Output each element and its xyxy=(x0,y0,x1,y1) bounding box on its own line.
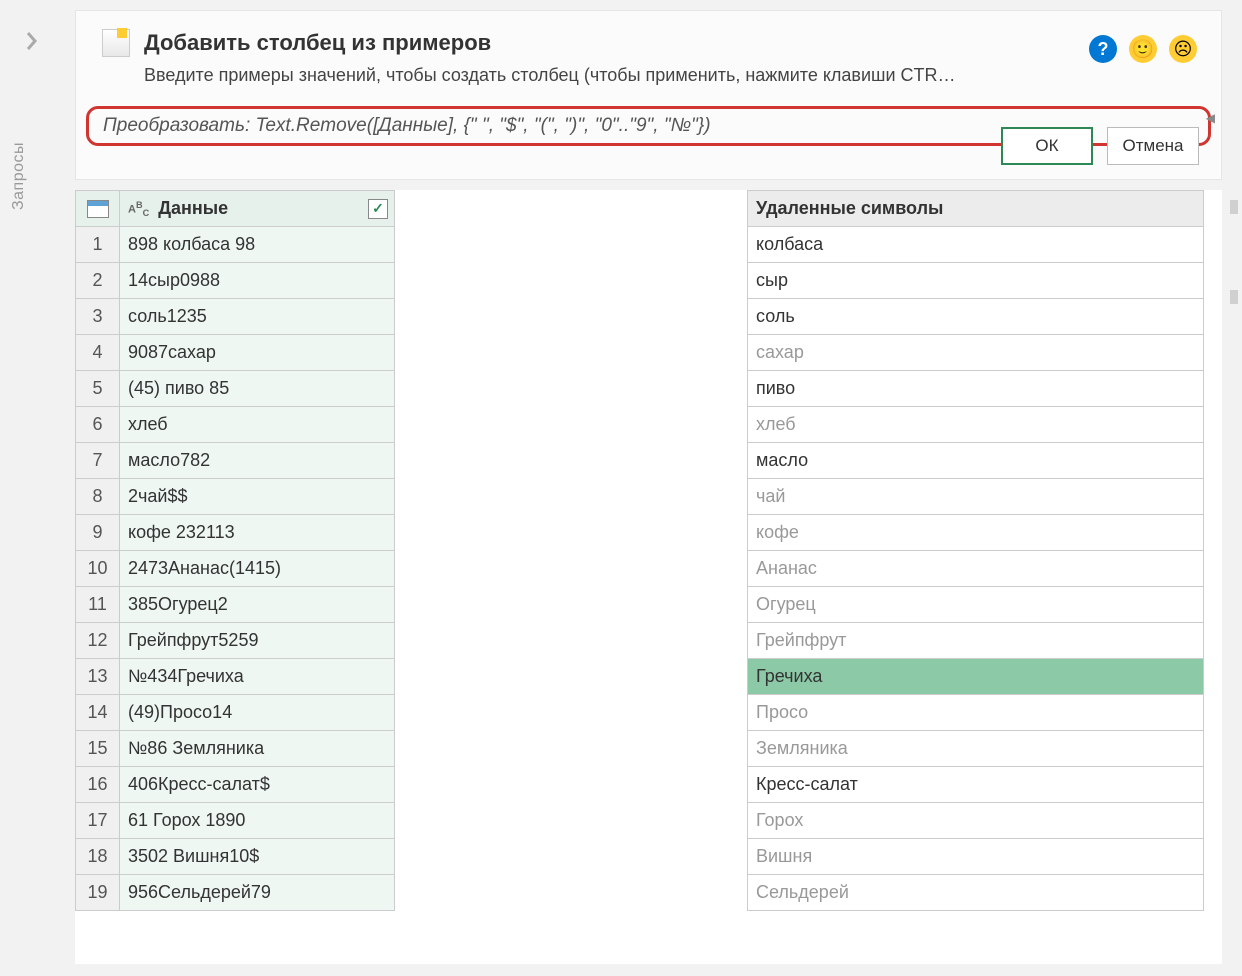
result-header-label: Удаленные символы xyxy=(756,198,943,218)
vertical-scroll-handle[interactable] xyxy=(1230,290,1238,304)
queries-sidebar: Запросы xyxy=(0,0,58,976)
row-number[interactable]: 14 xyxy=(76,695,120,731)
source-header-label: Данные xyxy=(158,198,228,218)
result-cell[interactable]: чай xyxy=(748,479,1204,515)
source-cell[interactable]: 61 Горох 1890 xyxy=(120,803,395,839)
source-cell[interactable]: хлеб xyxy=(120,407,395,443)
source-cell[interactable]: (45) пиво 85 xyxy=(120,371,395,407)
result-cell[interactable]: Вишня xyxy=(748,839,1204,875)
result-cell[interactable]: соль xyxy=(748,299,1204,335)
result-cell[interactable]: Кресс-салат xyxy=(748,767,1204,803)
row-number[interactable]: 17 xyxy=(76,803,120,839)
result-cell[interactable]: Земляника xyxy=(748,731,1204,767)
ok-button[interactable]: ОК xyxy=(1001,127,1093,165)
source-cell[interactable]: №86 Земляника xyxy=(120,731,395,767)
result-cell[interactable]: сахар xyxy=(748,335,1204,371)
feedback-smile-icon[interactable]: 🙂 xyxy=(1129,35,1157,63)
row-number[interactable]: 10 xyxy=(76,551,120,587)
source-cell[interactable]: 3502 Вишня10$ xyxy=(120,839,395,875)
row-number[interactable]: 13 xyxy=(76,659,120,695)
row-number[interactable]: 5 xyxy=(76,371,120,407)
source-cell[interactable]: 406Кресс-салат$ xyxy=(120,767,395,803)
table-corner[interactable] xyxy=(76,191,120,227)
result-cell[interactable]: Огурец xyxy=(748,587,1204,623)
source-cell[interactable]: соль1235 xyxy=(120,299,395,335)
row-number[interactable]: 18 xyxy=(76,839,120,875)
result-cell[interactable]: Грейпфрут xyxy=(748,623,1204,659)
row-number[interactable]: 15 xyxy=(76,731,120,767)
panel-expand-handle[interactable]: ◀ xyxy=(1206,111,1215,125)
row-number[interactable]: 1 xyxy=(76,227,120,263)
result-cell[interactable]: масло xyxy=(748,443,1204,479)
result-cell[interactable]: сыр xyxy=(748,263,1204,299)
data-area: ABC Данные ✓ 1898 колбаса 98214сыр09883с… xyxy=(75,190,1222,964)
row-number[interactable]: 3 xyxy=(76,299,120,335)
row-number[interactable]: 6 xyxy=(76,407,120,443)
expand-sidebar-button[interactable] xyxy=(18,28,44,54)
formula-text: Преобразовать: Text.Remove([Данные], {" … xyxy=(103,115,711,136)
column-from-examples-icon xyxy=(102,29,130,57)
source-cell[interactable]: 9087сахар xyxy=(120,335,395,371)
source-cell[interactable]: 956Сельдерей79 xyxy=(120,875,395,911)
vertical-scroll-up[interactable] xyxy=(1230,200,1238,214)
cancel-button[interactable]: Отмена xyxy=(1107,127,1199,165)
source-cell[interactable]: масло782 xyxy=(120,443,395,479)
row-number[interactable]: 2 xyxy=(76,263,120,299)
source-cell[interactable]: Грейпфрут5259 xyxy=(120,623,395,659)
source-cell[interactable]: 385Огурец2 xyxy=(120,587,395,623)
source-table: ABC Данные ✓ 1898 колбаса 98214сыр09883с… xyxy=(75,190,395,964)
source-cell[interactable]: (49)Просо14 xyxy=(120,695,395,731)
table-icon xyxy=(87,200,109,218)
panel-title: Добавить столбец из примеров xyxy=(144,30,491,56)
source-cell[interactable]: 2чай$$ xyxy=(120,479,395,515)
row-number[interactable]: 12 xyxy=(76,623,120,659)
source-cell[interactable]: №434Гречиха xyxy=(120,659,395,695)
source-cell[interactable]: 2473Ананас(1415) xyxy=(120,551,395,587)
result-cell[interactable]: Гречиха xyxy=(748,659,1204,695)
result-cell[interactable]: Просо xyxy=(748,695,1204,731)
row-number[interactable]: 16 xyxy=(76,767,120,803)
result-cell[interactable]: колбаса xyxy=(748,227,1204,263)
result-table: Удаленные символы колбасасырсольсахарпив… xyxy=(747,190,1204,911)
row-number[interactable]: 4 xyxy=(76,335,120,371)
row-number[interactable]: 8 xyxy=(76,479,120,515)
row-number[interactable]: 19 xyxy=(76,875,120,911)
row-number[interactable]: 11 xyxy=(76,587,120,623)
source-cell[interactable]: кофе 232113 xyxy=(120,515,395,551)
result-cell[interactable]: кофе xyxy=(748,515,1204,551)
add-column-panel: Добавить столбец из примеров Введите при… xyxy=(75,10,1222,180)
result-cell[interactable]: пиво xyxy=(748,371,1204,407)
type-text-icon: ABC xyxy=(128,200,149,218)
feedback-frown-icon[interactable]: ☹ xyxy=(1169,35,1197,63)
result-cell[interactable]: хлеб xyxy=(748,407,1204,443)
column-selected-checkbox[interactable]: ✓ xyxy=(368,199,388,219)
row-number[interactable]: 9 xyxy=(76,515,120,551)
row-number[interactable]: 7 xyxy=(76,443,120,479)
source-cell[interactable]: 14сыр0988 xyxy=(120,263,395,299)
help-icon[interactable]: ? xyxy=(1089,35,1117,63)
result-cell[interactable]: Ананас xyxy=(748,551,1204,587)
source-column-header[interactable]: ABC Данные ✓ xyxy=(120,191,395,227)
result-cell[interactable]: Сельдерей xyxy=(748,875,1204,911)
sidebar-title: Запросы xyxy=(10,142,28,210)
result-column-header[interactable]: Удаленные символы xyxy=(748,191,1204,227)
source-cell[interactable]: 898 колбаса 98 xyxy=(120,227,395,263)
panel-subtitle: Введите примеры значений, чтобы создать … xyxy=(144,65,1195,86)
result-cell[interactable]: Горох xyxy=(748,803,1204,839)
